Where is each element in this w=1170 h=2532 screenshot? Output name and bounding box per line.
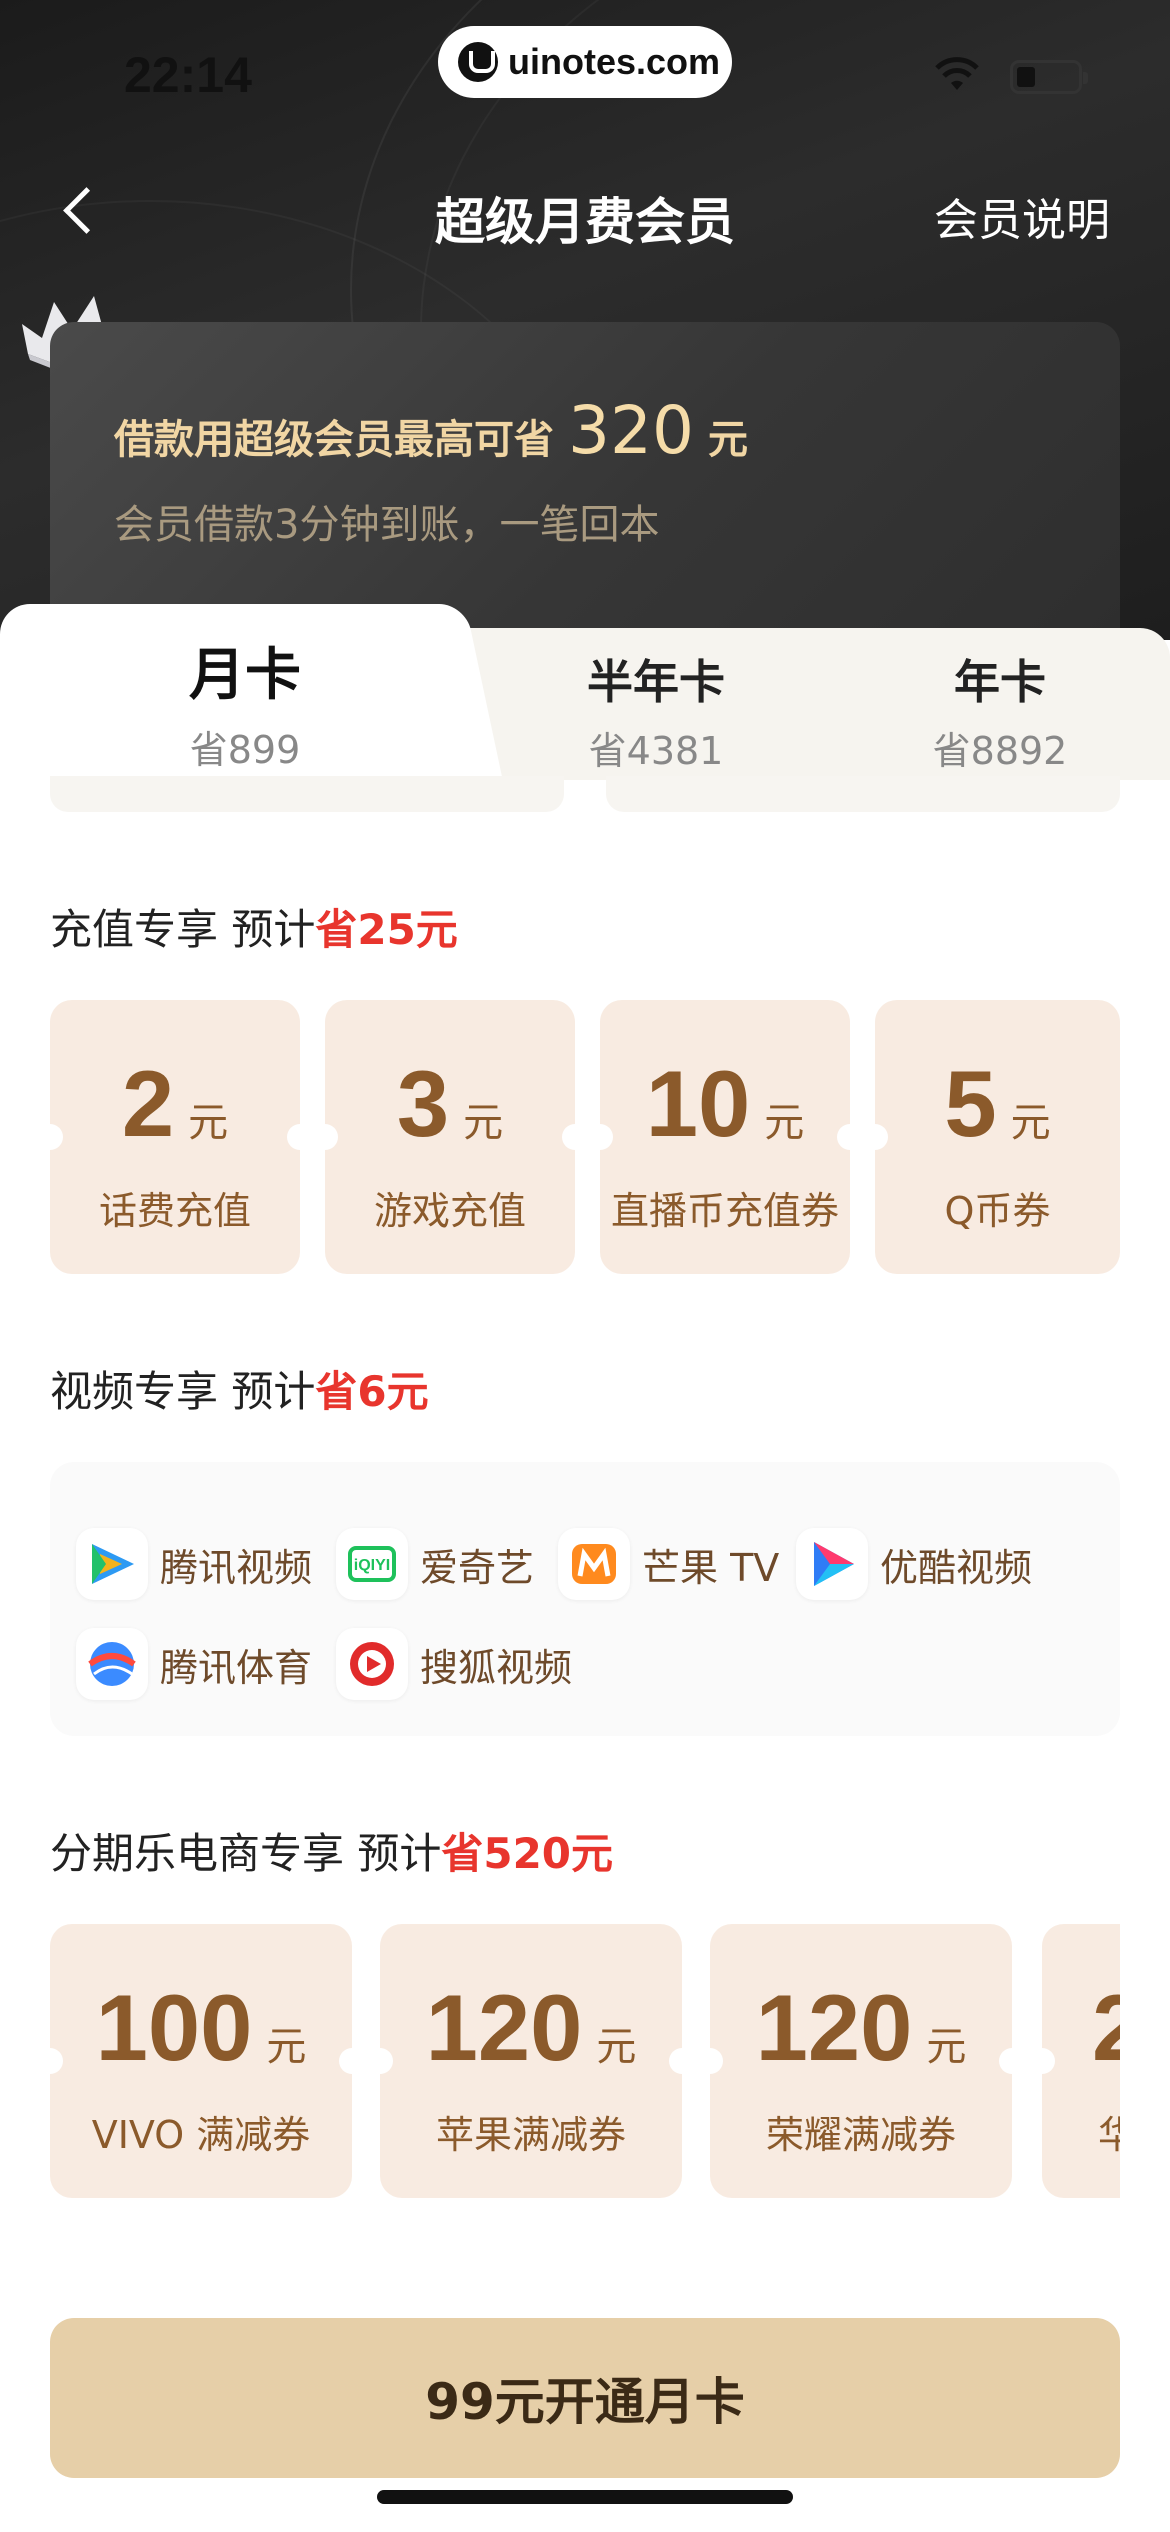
section-saving: 省520元 [441,1829,614,1878]
video-item-label: 优酷视频 [880,1545,1033,1590]
coupon-value: 5 [944,1051,997,1156]
section-saving: 省6元 [315,1367,429,1416]
section-title-text: 分期乐电商专享 预计 [50,1829,442,1878]
member-info-link[interactable]: 会员说明 [934,184,1110,248]
status-time: 22:14 [124,47,252,103]
video-item-tencent-sports[interactable]: 腾讯体育 [76,1628,312,1700]
card-edge [50,776,564,812]
coupon-label: Q币券 [944,1189,1051,1233]
coupon-value: 2 [121,1051,175,1156]
tab-half-year[interactable]: 半年卡 省4381 [576,646,736,775]
coupon-label: 直播币充值券 [610,1189,839,1233]
coupon-apple[interactable]: 120 元 苹果满减券 [380,1924,682,2198]
coupon-vivo[interactable]: 100 元 VIVO 满减券 [50,1924,352,2198]
promo-card: 借款用超级会员最高可省 320 元 会员借款3分钟到账，一笔回本 [50,322,1120,652]
coupon-game-recharge[interactable]: 3元 游戏充值 [325,1000,575,1274]
coupon-unit: 元 [596,2024,637,2070]
ticket-notch [1042,2048,1055,2074]
coupon-value: 120 [425,1975,583,2080]
video-benefits-box: 腾讯视频 iQIYI 爱奇艺 芒果 TV 优酷视频 腾讯体育 搜狐视频 [50,1462,1120,1736]
section-title-text: 视频专享 预计 [50,1367,316,1416]
coupon-value: 2 [1092,1975,1120,2080]
tencent-video-icon [76,1528,148,1600]
mango-tv-icon [558,1528,630,1600]
coupon-unit: 元 [926,2024,967,2070]
card-edge [606,776,1120,812]
coupon-unit: 元 [764,1100,805,1146]
tab-saving: 省899 [189,728,301,772]
tab-label: 年卡 [954,655,1046,709]
video-item-label: 腾讯体育 [160,1645,313,1690]
tab-label: 半年卡 [587,655,725,709]
coupon-label: VIVO 满减券 [91,2113,311,2157]
coupon-amount: 5元 [875,1050,1120,1158]
coupon-phone-recharge[interactable]: 2元 话费充值 [50,1000,300,1274]
sohu-video-icon [336,1628,408,1700]
coupon-value: 10 [645,1051,751,1156]
coupon-honor[interactable]: 120 元 荣耀满减券 [710,1924,1012,2198]
coupon-value: 3 [396,1051,450,1156]
video-item-label: 爱奇艺 [420,1545,535,1590]
url-text: uinotes.com [508,41,721,82]
coupon-label: 话费充值 [98,1189,251,1233]
coupon-unit: 元 [188,1100,229,1146]
coupon-unit: 元 [1010,1100,1051,1146]
url-pill[interactable]: uinotes.com [438,26,732,98]
video-item-iqiyi[interactable]: iQIYI 爱奇艺 [336,1528,534,1600]
coupon-value: 100 [95,1975,253,2080]
tab-saving: 省8892 [932,729,1068,773]
coupon-label: 荣耀满减券 [765,2113,956,2157]
coupon-live-coin[interactable]: 10 元 直播币充值券 [600,1000,850,1274]
video-item-label: 芒果 TV [642,1545,780,1590]
promo-unit: 元 [707,417,748,463]
video-item-label: 腾讯视频 [160,1545,313,1590]
youku-icon [796,1528,868,1600]
video-item-label: 搜狐视频 [420,1645,573,1690]
promo-subtitle: 会员借款3分钟到账，一笔回本 [114,502,660,548]
coupon-amount: 120 元 [710,1974,1012,2082]
wifi-icon [935,57,979,90]
open-monthly-button[interactable]: 99元开通月卡 [50,2318,1120,2478]
coupon-label: 华 [1098,2113,1120,2157]
promo-headline: 借款用超级会员最高可省 320 元 [114,392,748,469]
tab-saving: 省4381 [588,729,724,773]
section-title-text: 充值专享 预计 [50,905,316,954]
coupon-huawei-partial[interactable]: 2 华 [1042,1924,1120,2198]
svg-text:iQIYI: iQIYI [354,1557,390,1574]
coupon-unit: 元 [266,2024,307,2070]
coupon-amount: 2元 [50,1050,300,1158]
coupon-amount: 100 元 [50,1974,352,2082]
video-item-tencent[interactable]: 腾讯视频 [76,1528,312,1600]
video-item-sohu[interactable]: 搜狐视频 [336,1628,572,1700]
video-item-youku[interactable]: 优酷视频 [796,1528,1032,1600]
video-section-title: 视频专享 预计省6元 [50,1358,429,1419]
battery-icon [1010,60,1088,94]
coupon-label: 苹果满减券 [435,2113,626,2157]
coupon-amount: 10 元 [600,1050,850,1158]
promo-prefix: 借款用超级会员最高可省 [114,417,554,463]
coupon-amount: 3元 [325,1050,575,1158]
coupon-amount: 2 [1092,1974,1120,2082]
promo-amount: 320 [568,392,694,469]
home-indicator [377,2490,793,2504]
uinotes-logo-icon [458,42,498,82]
coupon-amount: 120 元 [380,1974,682,2082]
section-saving: 省25元 [315,905,458,954]
tab-yearly[interactable]: 年卡 省8892 [920,646,1080,775]
tab-label: 月卡 [189,643,301,708]
coupon-label: 游戏充值 [373,1189,526,1233]
status-bar: 22:14 uinotes.com [0,0,1170,140]
video-item-mango[interactable]: 芒果 TV [558,1528,779,1600]
coupon-q-coin[interactable]: 5元 Q币券 [875,1000,1120,1274]
plan-tabs: 月卡 省899 半年卡 省4381 年卡 省8892 [0,604,1170,780]
tab-monthly[interactable]: 月卡 省899 [170,630,320,774]
coupon-value: 120 [755,1975,913,2080]
tencent-sports-icon [76,1628,148,1700]
ecommerce-section-title: 分期乐电商专享 预计省520元 [50,1820,613,1881]
coupon-unit: 元 [463,1100,504,1146]
iqiyi-icon: iQIYI [336,1528,408,1600]
recharge-section-title: 充值专享 预计省25元 [50,896,458,957]
